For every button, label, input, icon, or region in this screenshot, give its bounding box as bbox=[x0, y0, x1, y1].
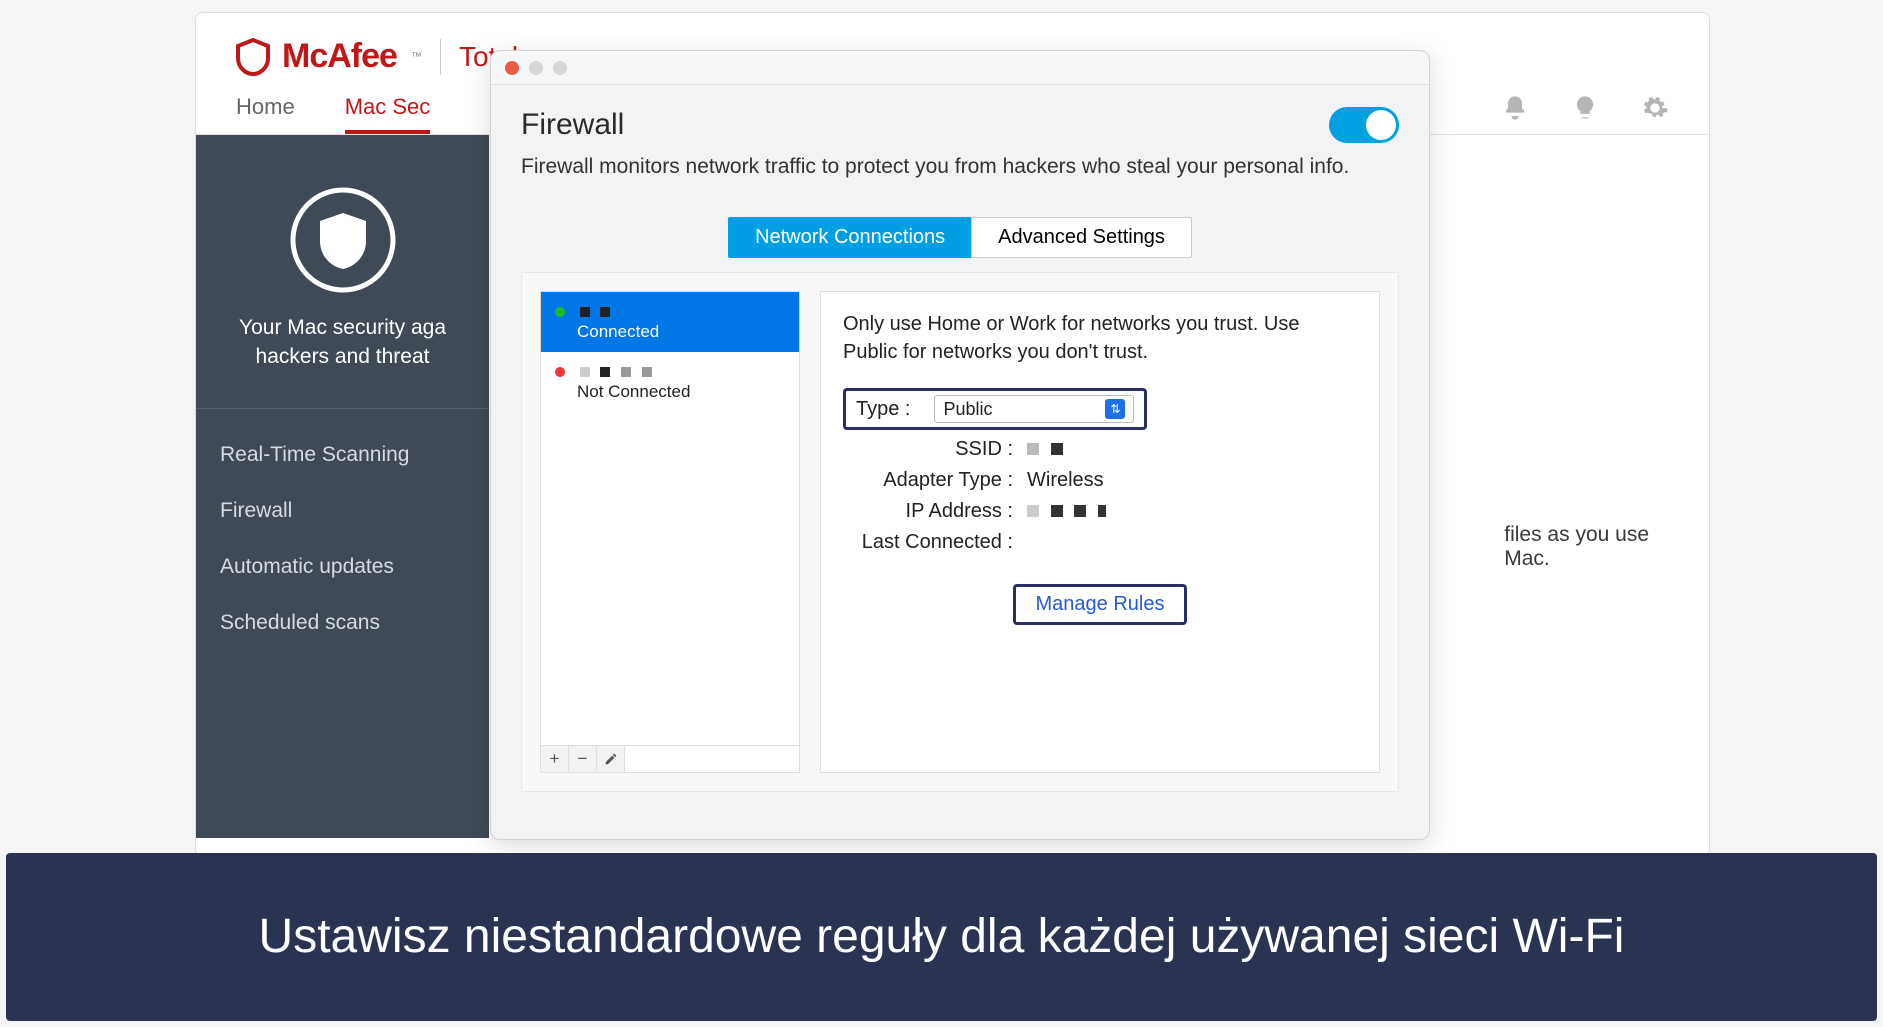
redacted-icon bbox=[1098, 505, 1106, 517]
row-last-connected: Last Connected : bbox=[843, 531, 1357, 554]
partial-line2: Mac. bbox=[1504, 547, 1550, 570]
sidebar-items: Real-Time Scanning Firewall Automatic up… bbox=[196, 409, 489, 669]
sidebar-item-scans[interactable]: Scheduled scans bbox=[196, 595, 489, 651]
trademark-icon: ™ bbox=[411, 51, 422, 63]
header-icons bbox=[1501, 94, 1669, 122]
redacted-icon bbox=[600, 367, 610, 377]
redacted-icon bbox=[1027, 505, 1039, 517]
add-network-button[interactable]: + bbox=[541, 746, 569, 772]
firewall-description: Firewall monitors network traffic to pro… bbox=[491, 151, 1429, 199]
sidebar-heading-line2: hackers and threat bbox=[256, 345, 430, 368]
status-dot-red-icon bbox=[555, 367, 565, 377]
label-last: Last Connected : bbox=[843, 531, 1013, 554]
network-item-connected[interactable]: Connected bbox=[541, 292, 799, 352]
dialog-titlebar bbox=[491, 51, 1429, 85]
redacted-icon bbox=[642, 367, 652, 377]
network-status: Connected bbox=[577, 322, 659, 341]
manage-rules-button[interactable]: Manage Rules bbox=[1013, 584, 1188, 625]
tab-advanced-settings[interactable]: Advanced Settings bbox=[971, 217, 1192, 258]
network-list: Connected Not Connected + − bbox=[540, 291, 800, 773]
tab-network-connections[interactable]: Network Connections bbox=[728, 217, 971, 258]
redacted-icon bbox=[1051, 443, 1063, 455]
firewall-tabs: Network Connections Advanced Settings bbox=[491, 217, 1429, 258]
maximize-icon[interactable] bbox=[553, 61, 567, 75]
bulb-icon[interactable] bbox=[1571, 94, 1599, 122]
redacted-icon bbox=[621, 367, 631, 377]
edit-network-button[interactable] bbox=[597, 746, 625, 772]
network-item-disconnected[interactable]: Not Connected bbox=[541, 352, 799, 412]
type-selected-value: Public bbox=[943, 399, 992, 420]
redacted-icon bbox=[580, 307, 590, 317]
gear-icon[interactable] bbox=[1641, 94, 1669, 122]
row-type: Type : Public ⇅ bbox=[843, 388, 1357, 430]
status-dot-green-icon bbox=[555, 307, 565, 317]
label-ssid: SSID : bbox=[843, 438, 1013, 461]
type-highlight: Type : Public ⇅ bbox=[843, 388, 1147, 430]
sidebar-heading: Your Mac security aga hackers and threat bbox=[216, 313, 469, 372]
network-detail: Only use Home or Work for networks you t… bbox=[820, 291, 1380, 773]
mcafee-shield-icon bbox=[236, 38, 270, 76]
row-ssid: SSID : bbox=[843, 438, 1357, 461]
sidebar: Your Mac security aga hackers and threat… bbox=[196, 135, 489, 838]
close-icon[interactable] bbox=[505, 61, 519, 75]
tab-mac-security[interactable]: Mac Sec bbox=[345, 94, 431, 134]
dialog-header: Firewall bbox=[491, 85, 1429, 151]
redacted-icon bbox=[600, 307, 610, 317]
chevron-updown-icon: ⇅ bbox=[1105, 399, 1125, 419]
network-hint: Only use Home or Work for networks you t… bbox=[843, 310, 1357, 366]
row-ip: IP Address : bbox=[843, 500, 1357, 523]
sidebar-item-firewall[interactable]: Firewall bbox=[196, 483, 489, 539]
network-status: Not Connected bbox=[577, 382, 690, 401]
sidebar-status-area: Your Mac security aga hackers and threat bbox=[196, 135, 489, 409]
redacted-icon bbox=[1074, 505, 1086, 517]
firewall-toggle[interactable] bbox=[1329, 107, 1399, 143]
mcafee-logo: McAfee ™ bbox=[236, 37, 422, 76]
ssid-value bbox=[1027, 438, 1069, 461]
sidebar-heading-line1: Your Mac security aga bbox=[239, 316, 446, 339]
caption-text: Ustawisz niestandardowe reguły dla każde… bbox=[259, 907, 1625, 967]
adapter-value: Wireless bbox=[1027, 469, 1104, 492]
firewall-dialog: Firewall Firewall monitors network traff… bbox=[490, 50, 1430, 840]
status-shield-icon bbox=[288, 185, 398, 295]
minimize-icon[interactable] bbox=[529, 61, 543, 75]
firewall-title: Firewall bbox=[521, 108, 624, 142]
redacted-icon bbox=[580, 367, 590, 377]
label-ip: IP Address : bbox=[843, 500, 1013, 523]
manage-rules-wrap: Manage Rules bbox=[843, 562, 1357, 625]
list-toolbar: + − bbox=[541, 745, 799, 772]
redacted-icon bbox=[1051, 505, 1063, 517]
partial-text: files as you use Mac. bbox=[1504, 523, 1649, 571]
label-adapter: Adapter Type : bbox=[843, 469, 1013, 492]
type-select[interactable]: Public ⇅ bbox=[934, 395, 1134, 423]
header-separator bbox=[440, 39, 441, 75]
remove-network-button[interactable]: − bbox=[569, 746, 597, 772]
tab-home[interactable]: Home bbox=[236, 94, 295, 134]
firewall-content: Connected Not Connected + − Only use Hom… bbox=[521, 272, 1399, 792]
redacted-icon bbox=[1027, 443, 1039, 455]
sidebar-item-rts[interactable]: Real-Time Scanning bbox=[196, 427, 489, 483]
mcafee-brand-text: McAfee bbox=[282, 37, 397, 76]
row-adapter: Adapter Type : Wireless bbox=[843, 469, 1357, 492]
bell-icon[interactable] bbox=[1501, 94, 1529, 122]
partial-line1: files as you use bbox=[1504, 523, 1649, 546]
ip-value bbox=[1027, 500, 1112, 523]
sidebar-item-updates[interactable]: Automatic updates bbox=[196, 539, 489, 595]
label-type: Type : bbox=[856, 398, 910, 421]
caption-banner: Ustawisz niestandardowe reguły dla każde… bbox=[6, 853, 1877, 1021]
